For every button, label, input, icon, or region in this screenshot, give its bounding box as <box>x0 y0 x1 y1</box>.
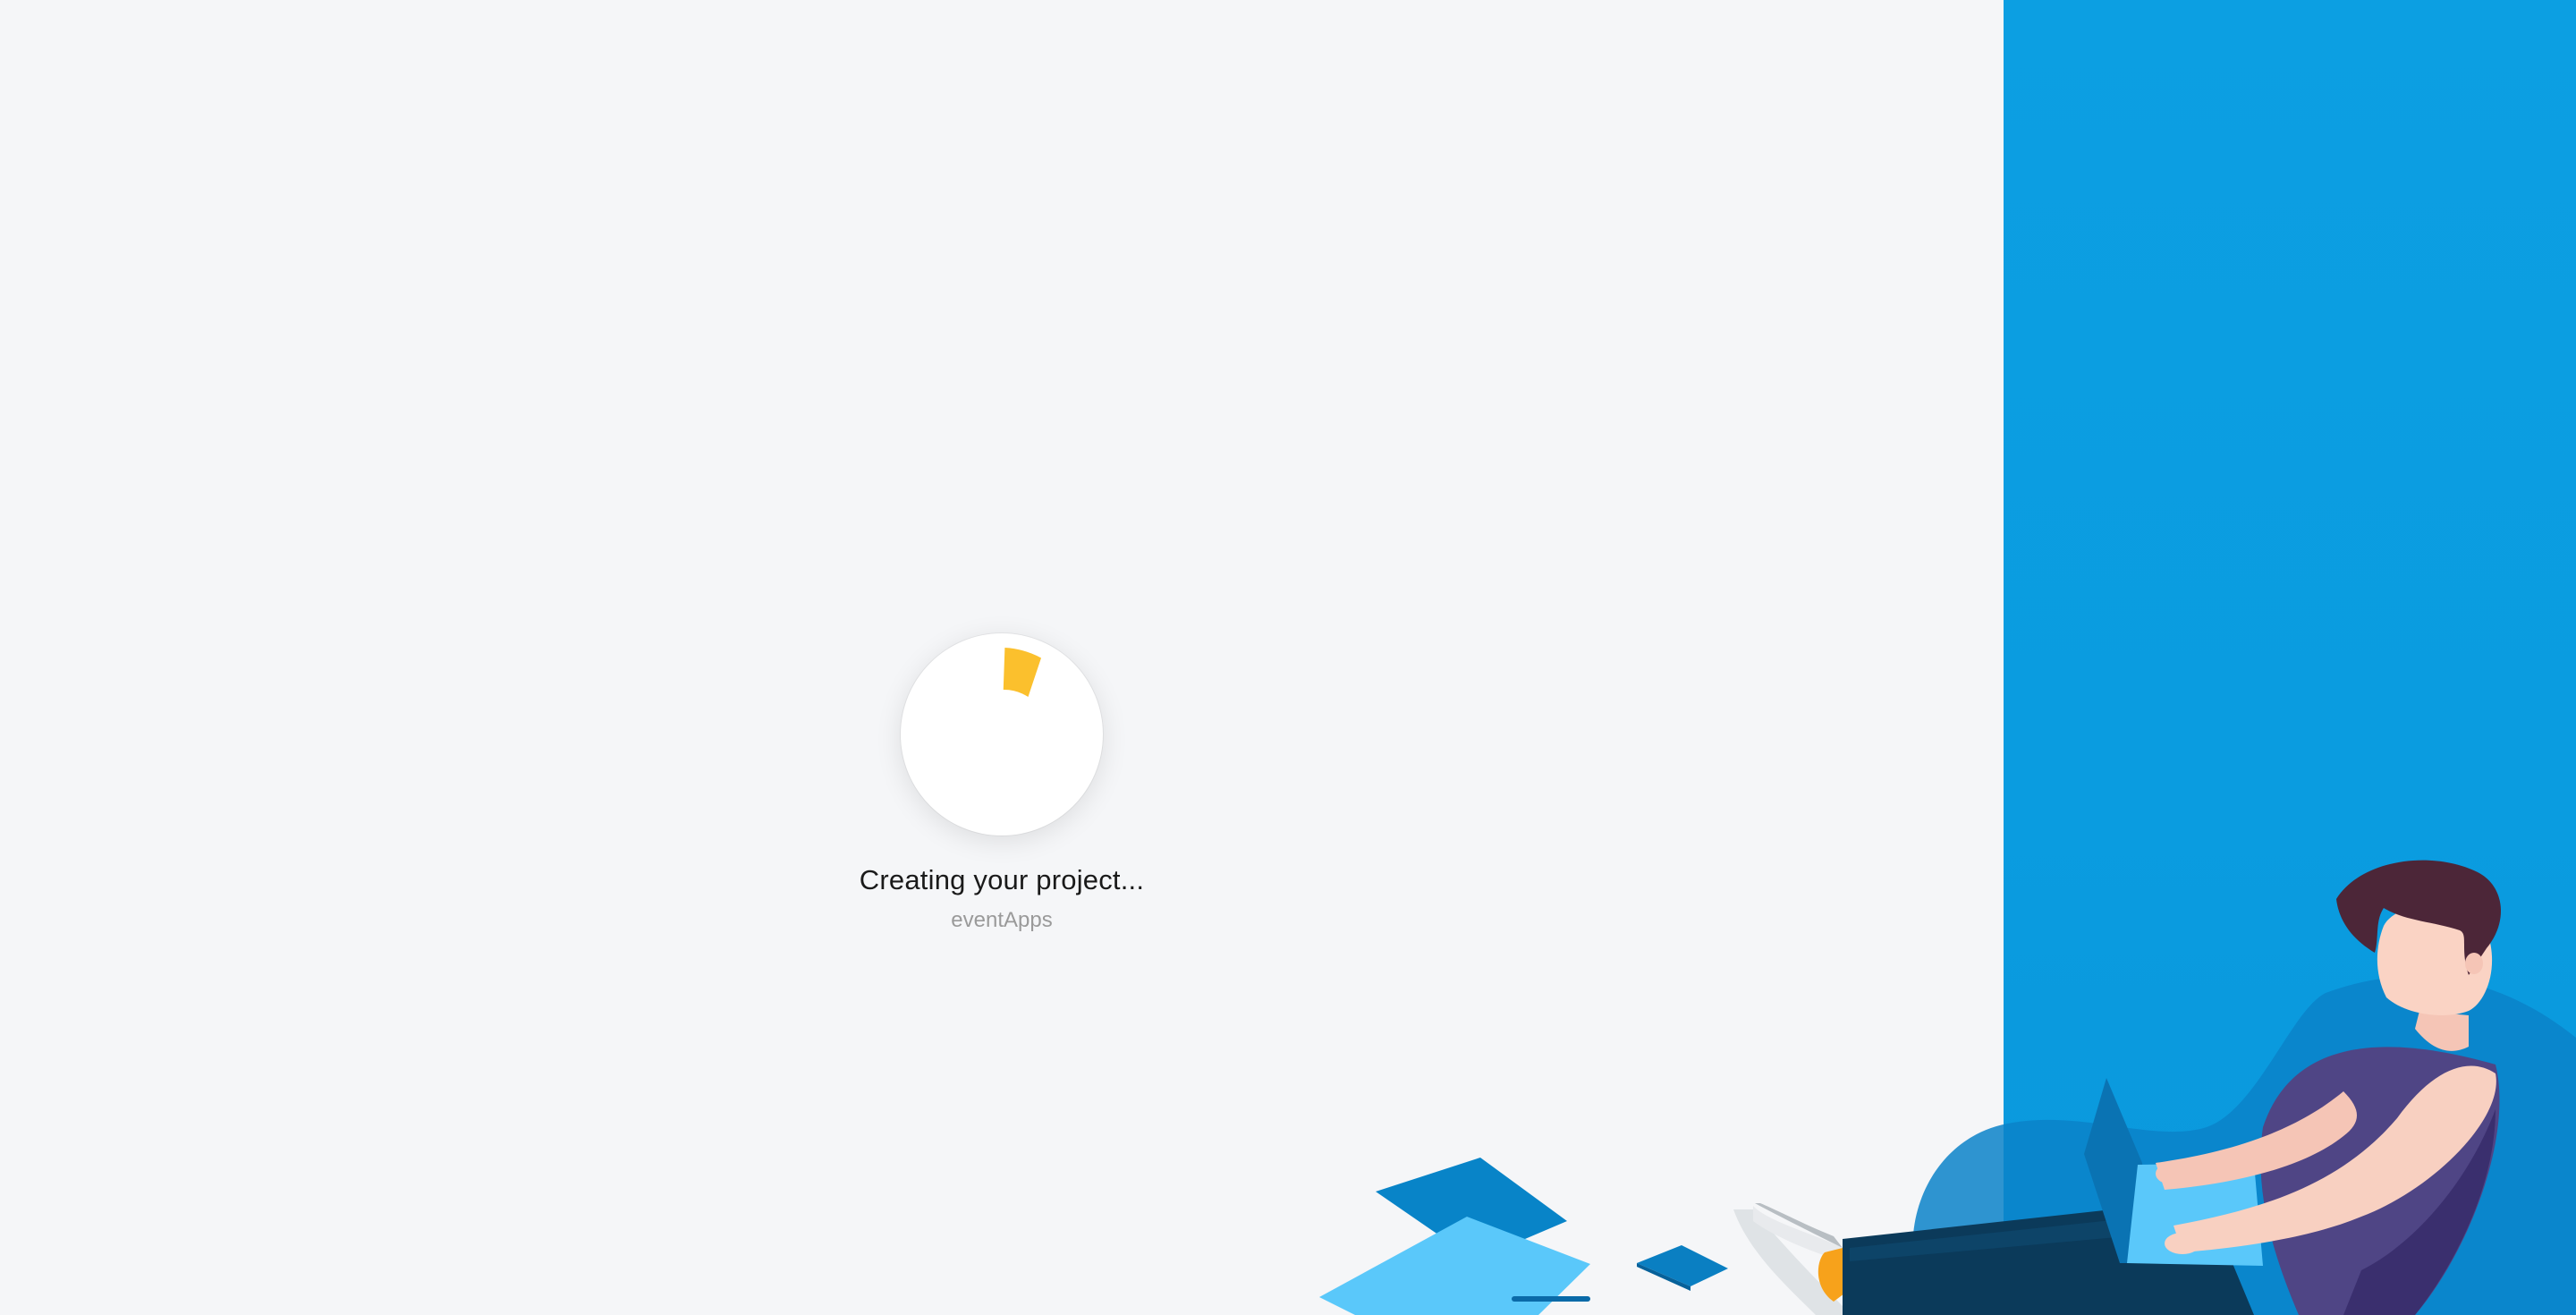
spinner-arc-icon <box>1003 648 1042 698</box>
decorative-side-panel <box>2004 0 2576 1315</box>
loading-title: Creating your project... <box>859 864 1145 895</box>
loading-spinner <box>901 633 1103 836</box>
loading-screen: Creating your project... eventApps <box>0 0 2576 1315</box>
project-name: eventApps <box>951 908 1053 932</box>
